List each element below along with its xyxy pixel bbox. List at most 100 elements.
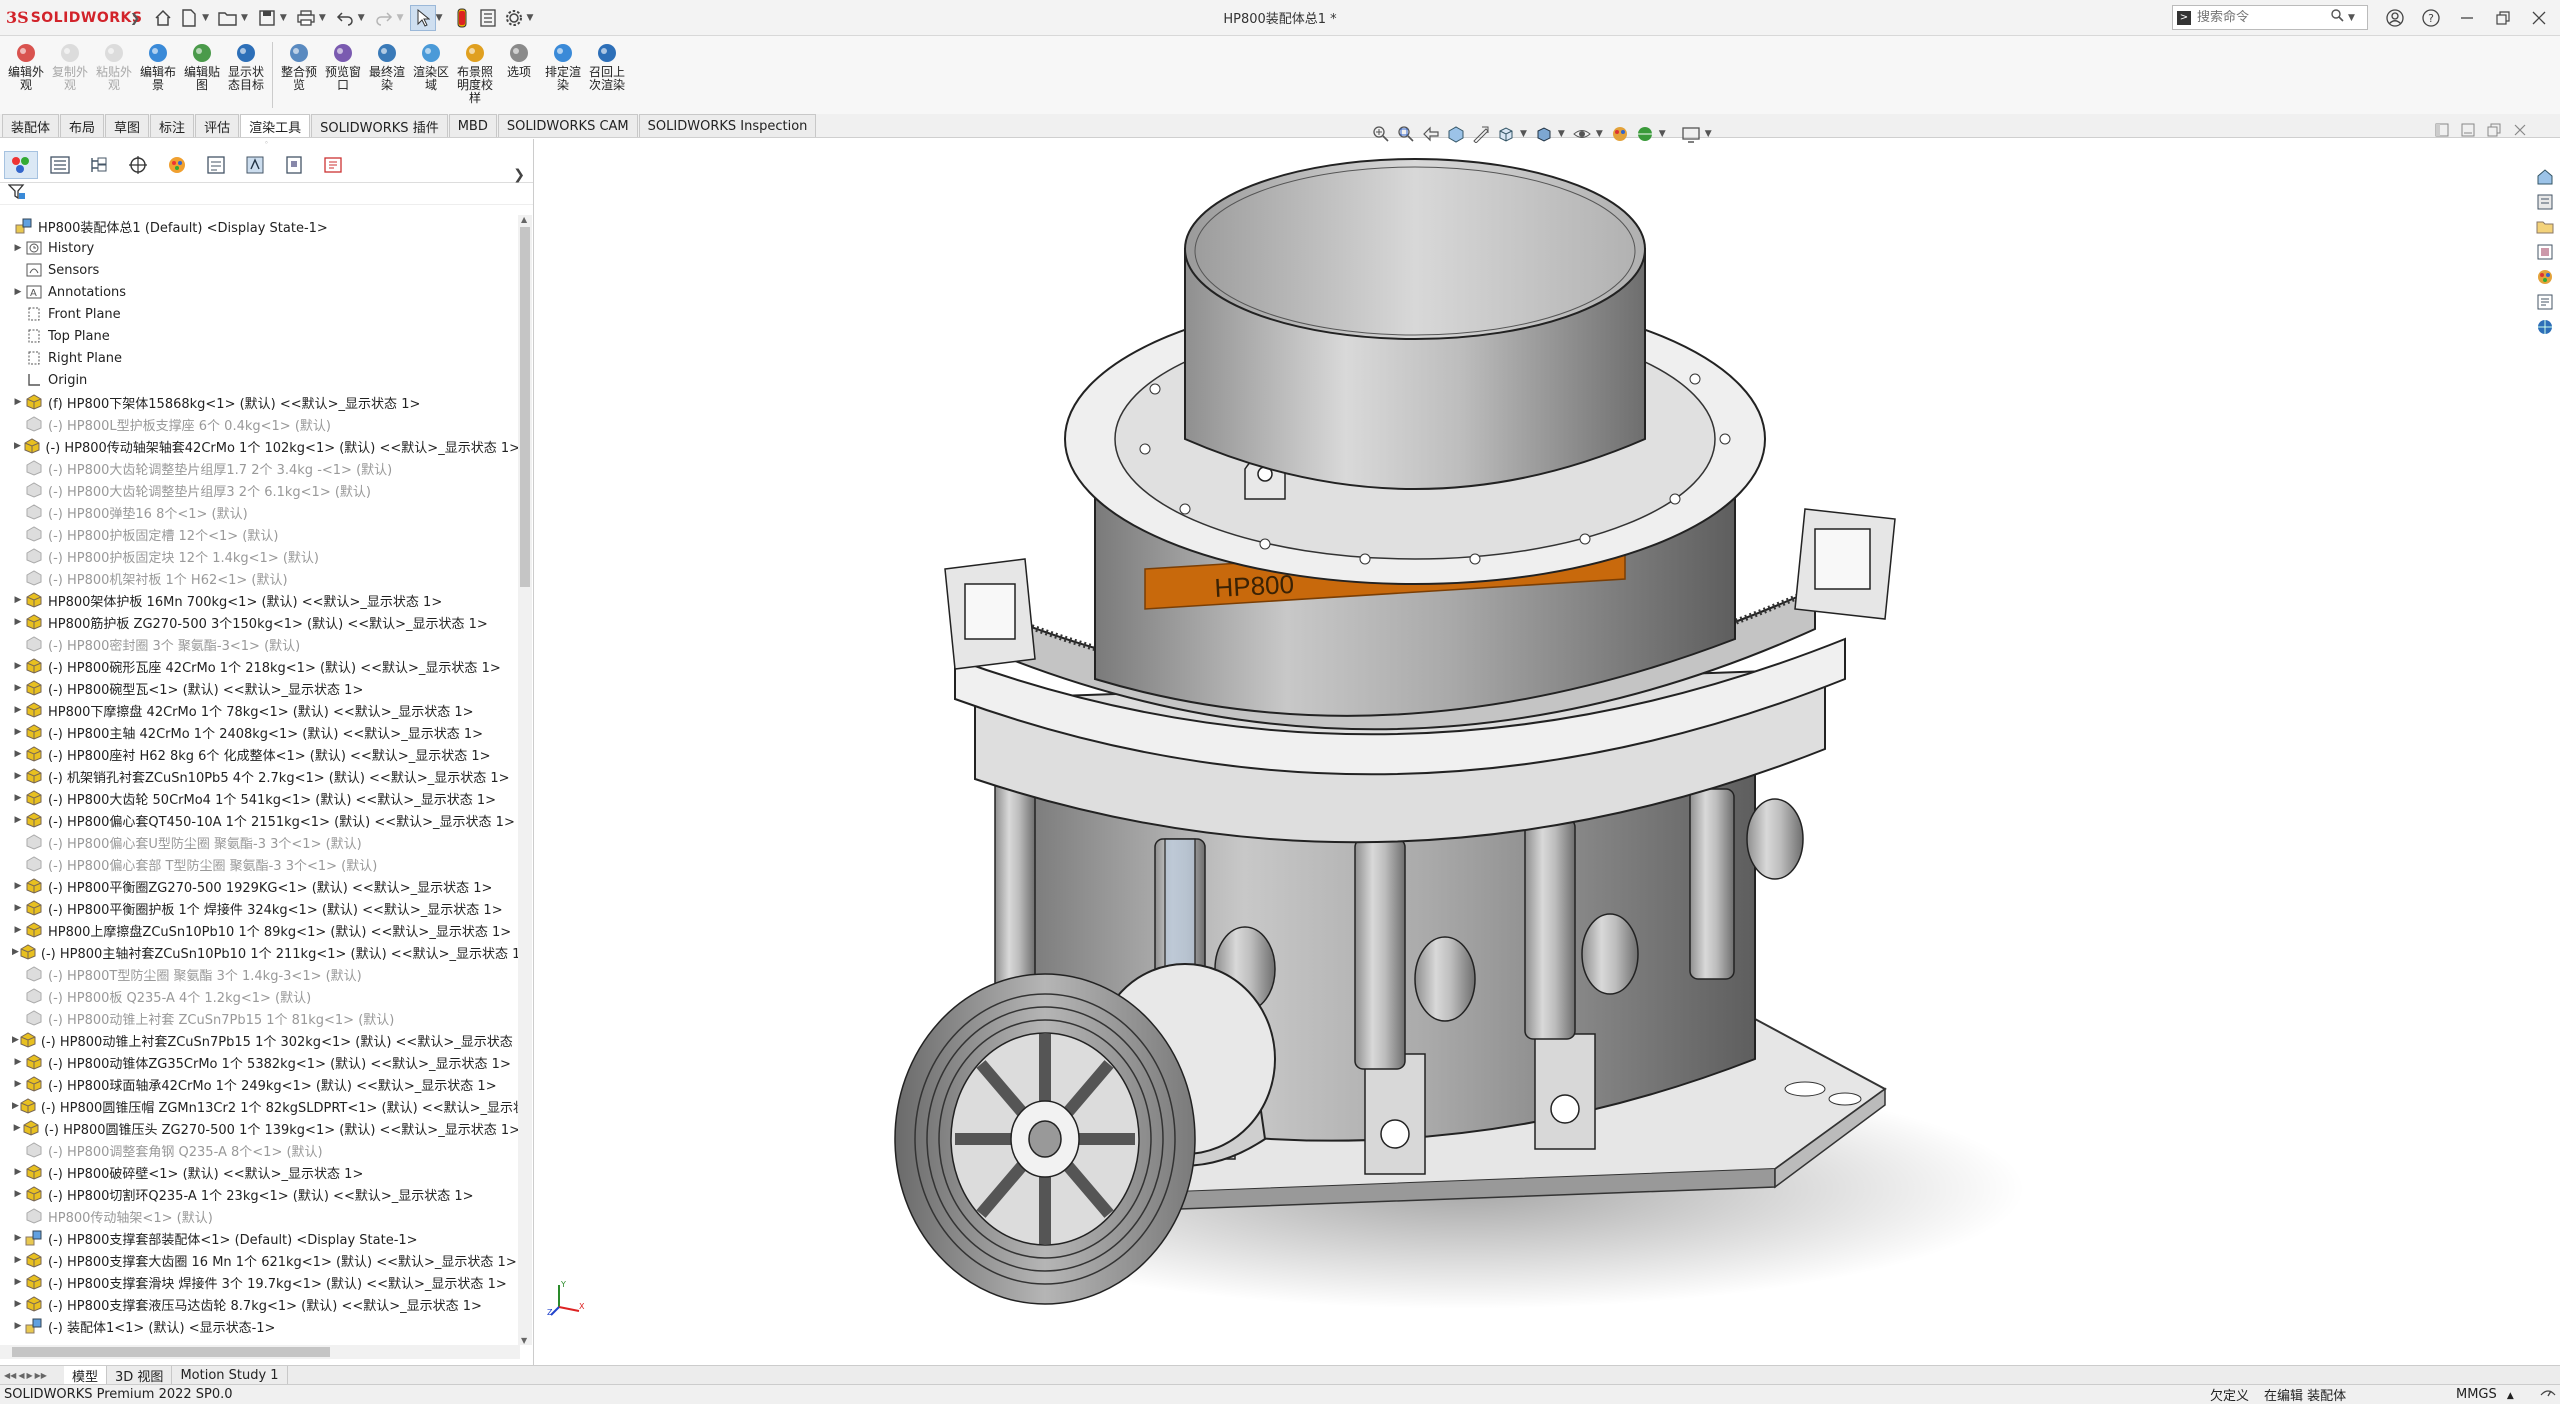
- tree-item[interactable]: ▶ (-) HP800球面轴承42CrMo 1个 249kg<1> (默认) <<…: [0, 1073, 520, 1095]
- expand-arrow-icon[interactable]: ▶: [12, 1167, 24, 1177]
- tree-horizontal-scroll-thumb[interactable]: [12, 1347, 330, 1357]
- file-explorer-icon[interactable]: [2534, 216, 2556, 238]
- ribbon-button-2[interactable]: 粘贴外观: [92, 36, 136, 114]
- expand-arrow-icon[interactable]: ▶: [12, 771, 24, 781]
- expand-arrow-icon[interactable]: ▶: [12, 1101, 19, 1111]
- minimize-icon[interactable]: [2454, 5, 2480, 31]
- filter-icon[interactable]: [7, 183, 26, 205]
- panel-grip[interactable]: ◦: [0, 139, 533, 147]
- tab-8[interactable]: SOLIDWORKS CAM: [497, 114, 638, 137]
- dimxpert-tab-icon[interactable]: [121, 151, 155, 179]
- tree-item[interactable]: (-) HP800弹垫16 8个<1> (默认): [0, 501, 520, 523]
- tree-item[interactable]: (-) HP800板 Q235-A 4个 1.2kg<1> (默认): [0, 985, 520, 1007]
- hide-show-dropdown-icon[interactable]: ▼: [1596, 129, 1603, 139]
- expand-arrow-icon[interactable]: ▶: [12, 287, 24, 297]
- viewport-restore-icon[interactable]: [2487, 123, 2501, 141]
- expand-arrow-icon[interactable]: ▶: [12, 1189, 24, 1199]
- tree-vertical-scrollbar[interactable]: ▲ ▼: [518, 215, 532, 1345]
- tree-item[interactable]: ▶ (-) HP800支撑套滑块 焊接件 3个 19.7kg<1> (默认) <<…: [0, 1271, 520, 1293]
- expand-arrow-icon[interactable]: ▶: [12, 1255, 24, 1265]
- tree-item[interactable]: ▶ (-) HP800传动轴架轴套42CrMo 1个 102kg<1> (默认) …: [0, 435, 520, 457]
- viewport-minimize-icon[interactable]: [2461, 123, 2475, 141]
- tree-item[interactable]: (-) HP800调整套角钢 Q235-A 8个<1> (默认): [0, 1139, 520, 1161]
- view-settings-dropdown-icon[interactable]: ▼: [1705, 129, 1712, 139]
- tree-item[interactable]: ▶ (-) HP800支撑套大齿圈 16 Mn 1个 621kg<1> (默认) …: [0, 1249, 520, 1271]
- scroll-up-arrow-icon[interactable]: ▲: [521, 215, 527, 224]
- tab-6[interactable]: SOLIDWORKS 插件: [311, 114, 448, 137]
- configuration-manager-tab-icon[interactable]: [82, 151, 116, 179]
- ribbon-button-3[interactable]: 编辑布景: [136, 36, 180, 114]
- tree-item[interactable]: ▶ (-) HP800支撑套液压马达齿轮 8.7kg<1> (默认) <<默认>_…: [0, 1293, 520, 1315]
- inspection-tab-icon[interactable]: [316, 151, 350, 179]
- tree-item[interactable]: Top Plane: [0, 325, 520, 347]
- tree-item[interactable]: ▶ HP800上摩擦盘ZCuSn10Pb10 1个 89kg<1> (默认) <<…: [0, 919, 520, 941]
- expand-arrow-icon[interactable]: ▶: [12, 903, 24, 913]
- ribbon-button-11[interactable]: 选项: [497, 36, 541, 114]
- expand-arrow-icon[interactable]: ▶: [12, 925, 24, 935]
- expand-arrow-icon[interactable]: ▶: [12, 1079, 24, 1089]
- expand-arrow-icon[interactable]: ▶: [12, 1299, 24, 1309]
- ribbon-button-8[interactable]: 最终渲染: [365, 36, 409, 114]
- expand-arrow-icon[interactable]: ▶: [12, 617, 24, 627]
- tree-item[interactable]: ▶ HP800下摩擦盘 42CrMo 1个 78kg<1> (默认) <<默认>_…: [0, 699, 520, 721]
- expand-arrow-icon[interactable]: ▶: [12, 1123, 22, 1133]
- expand-arrow-icon[interactable]: ▶: [12, 683, 24, 693]
- tab-5[interactable]: 渲染工具: [240, 114, 311, 137]
- tree-item[interactable]: (-) HP800大齿轮调整垫片组厚1.7 2个 3.4kg -<1> (默认): [0, 457, 520, 479]
- ribbon-button-5[interactable]: 显示状态目标: [224, 36, 268, 114]
- feature-manager-tab-icon[interactable]: [4, 150, 38, 179]
- expand-arrow-icon[interactable]: ▶: [12, 1321, 24, 1331]
- tree-item[interactable]: ▶ (-) HP800偏心套QT450-10A 1个 2151kg<1> (默认)…: [0, 809, 520, 831]
- display-style-dropdown-icon[interactable]: ▼: [1558, 129, 1565, 139]
- tree-item[interactable]: ▶ (-) HP800破碎壁<1> (默认) <<默认>_显示状态 1>: [0, 1161, 520, 1183]
- ribbon-button-9[interactable]: 渲染区域: [409, 36, 453, 114]
- expand-arrow-icon[interactable]: ▶: [12, 243, 24, 253]
- redo-dropdown-icon[interactable]: ▼: [397, 13, 404, 23]
- search-input[interactable]: [2197, 10, 2327, 25]
- expand-arrow-icon[interactable]: ▶: [12, 1277, 24, 1287]
- apply-scene-dropdown-icon[interactable]: ▼: [1659, 129, 1666, 139]
- tree-item[interactable]: (-) HP800偏心套U型防尘圈 聚氨酯-3 3个<1> (默认): [0, 831, 520, 853]
- help-icon[interactable]: ?: [2418, 5, 2444, 31]
- undo-icon[interactable]: [332, 5, 358, 31]
- tree-vertical-scroll-thumb[interactable]: [520, 227, 530, 587]
- tab-9[interactable]: SOLIDWORKS Inspection: [638, 114, 817, 137]
- tree-item[interactable]: (-) HP800护板固定槽 12个<1> (默认): [0, 523, 520, 545]
- tab-2[interactable]: 草图: [105, 114, 150, 137]
- tab-0[interactable]: 装配体: [2, 114, 60, 137]
- scroll-down-arrow-icon[interactable]: ▼: [521, 1336, 527, 1345]
- rebuild-icon[interactable]: [449, 5, 475, 31]
- tree-item[interactable]: ▶ (-) HP800主轴衬套ZCuSn10Pb10 1个 211kg<1> (默…: [0, 941, 520, 963]
- tree-item[interactable]: (-) HP800护板固定块 12个 1.4kg<1> (默认): [0, 545, 520, 567]
- expand-arrow-icon[interactable]: ▶: [12, 1035, 19, 1045]
- open-folder-icon[interactable]: [215, 5, 241, 31]
- last-tab-arrow-icon[interactable]: ▶▶: [35, 1371, 47, 1380]
- tab-3[interactable]: 标注: [150, 114, 195, 137]
- save-icon[interactable]: [254, 5, 280, 31]
- tree-item[interactable]: ▶ (-) HP800平衡圈ZG270-500 1929KG<1> (默认) <<…: [0, 875, 520, 897]
- tree-item[interactable]: ▶ (-) HP800动锥上衬套ZCuSn7Pb15 1个 302kg<1> (默…: [0, 1029, 520, 1051]
- tree-item[interactable]: ▶ (-) HP800碗型瓦<1> (默认) <<默认>_显示状态 1>: [0, 677, 520, 699]
- custom-properties-icon[interactable]: [2534, 291, 2556, 313]
- solidworks-resources-icon[interactable]: [2534, 166, 2556, 188]
- cam-tool-tree-tab-icon[interactable]: [277, 151, 311, 179]
- ribbon-button-7[interactable]: 预览窗口: [321, 36, 365, 114]
- design-library-icon[interactable]: [2534, 191, 2556, 213]
- expand-arrow-icon[interactable]: ▶: [12, 947, 19, 957]
- panel-expand-chevron-icon[interactable]: ❯: [513, 167, 525, 183]
- tree-item[interactable]: ▶ (-) HP800平衡圈护板 1个 焊接件 324kg<1> (默认) <<默…: [0, 897, 520, 919]
- tree-item[interactable]: Right Plane: [0, 347, 520, 369]
- expand-arrow-icon[interactable]: ▶: [12, 815, 24, 825]
- display-manager-tab-icon[interactable]: [160, 151, 194, 179]
- expand-arrow-icon[interactable]: ▶: [12, 441, 23, 451]
- tree-item[interactable]: Sensors: [0, 259, 520, 281]
- appearances-scenes-icon[interactable]: [2534, 266, 2556, 288]
- restore-icon[interactable]: [2490, 5, 2516, 31]
- user-account-icon[interactable]: [2382, 5, 2408, 31]
- expand-arrow-icon[interactable]: ▶: [12, 1233, 24, 1243]
- tree-horizontal-scrollbar[interactable]: [0, 1345, 520, 1359]
- tree-item[interactable]: ▶ A Annotations: [0, 281, 520, 303]
- tab-7[interactable]: MBD: [448, 114, 497, 137]
- tree-item[interactable]: Front Plane: [0, 303, 520, 325]
- view-orientation-dropdown-icon[interactable]: ▼: [1520, 129, 1527, 139]
